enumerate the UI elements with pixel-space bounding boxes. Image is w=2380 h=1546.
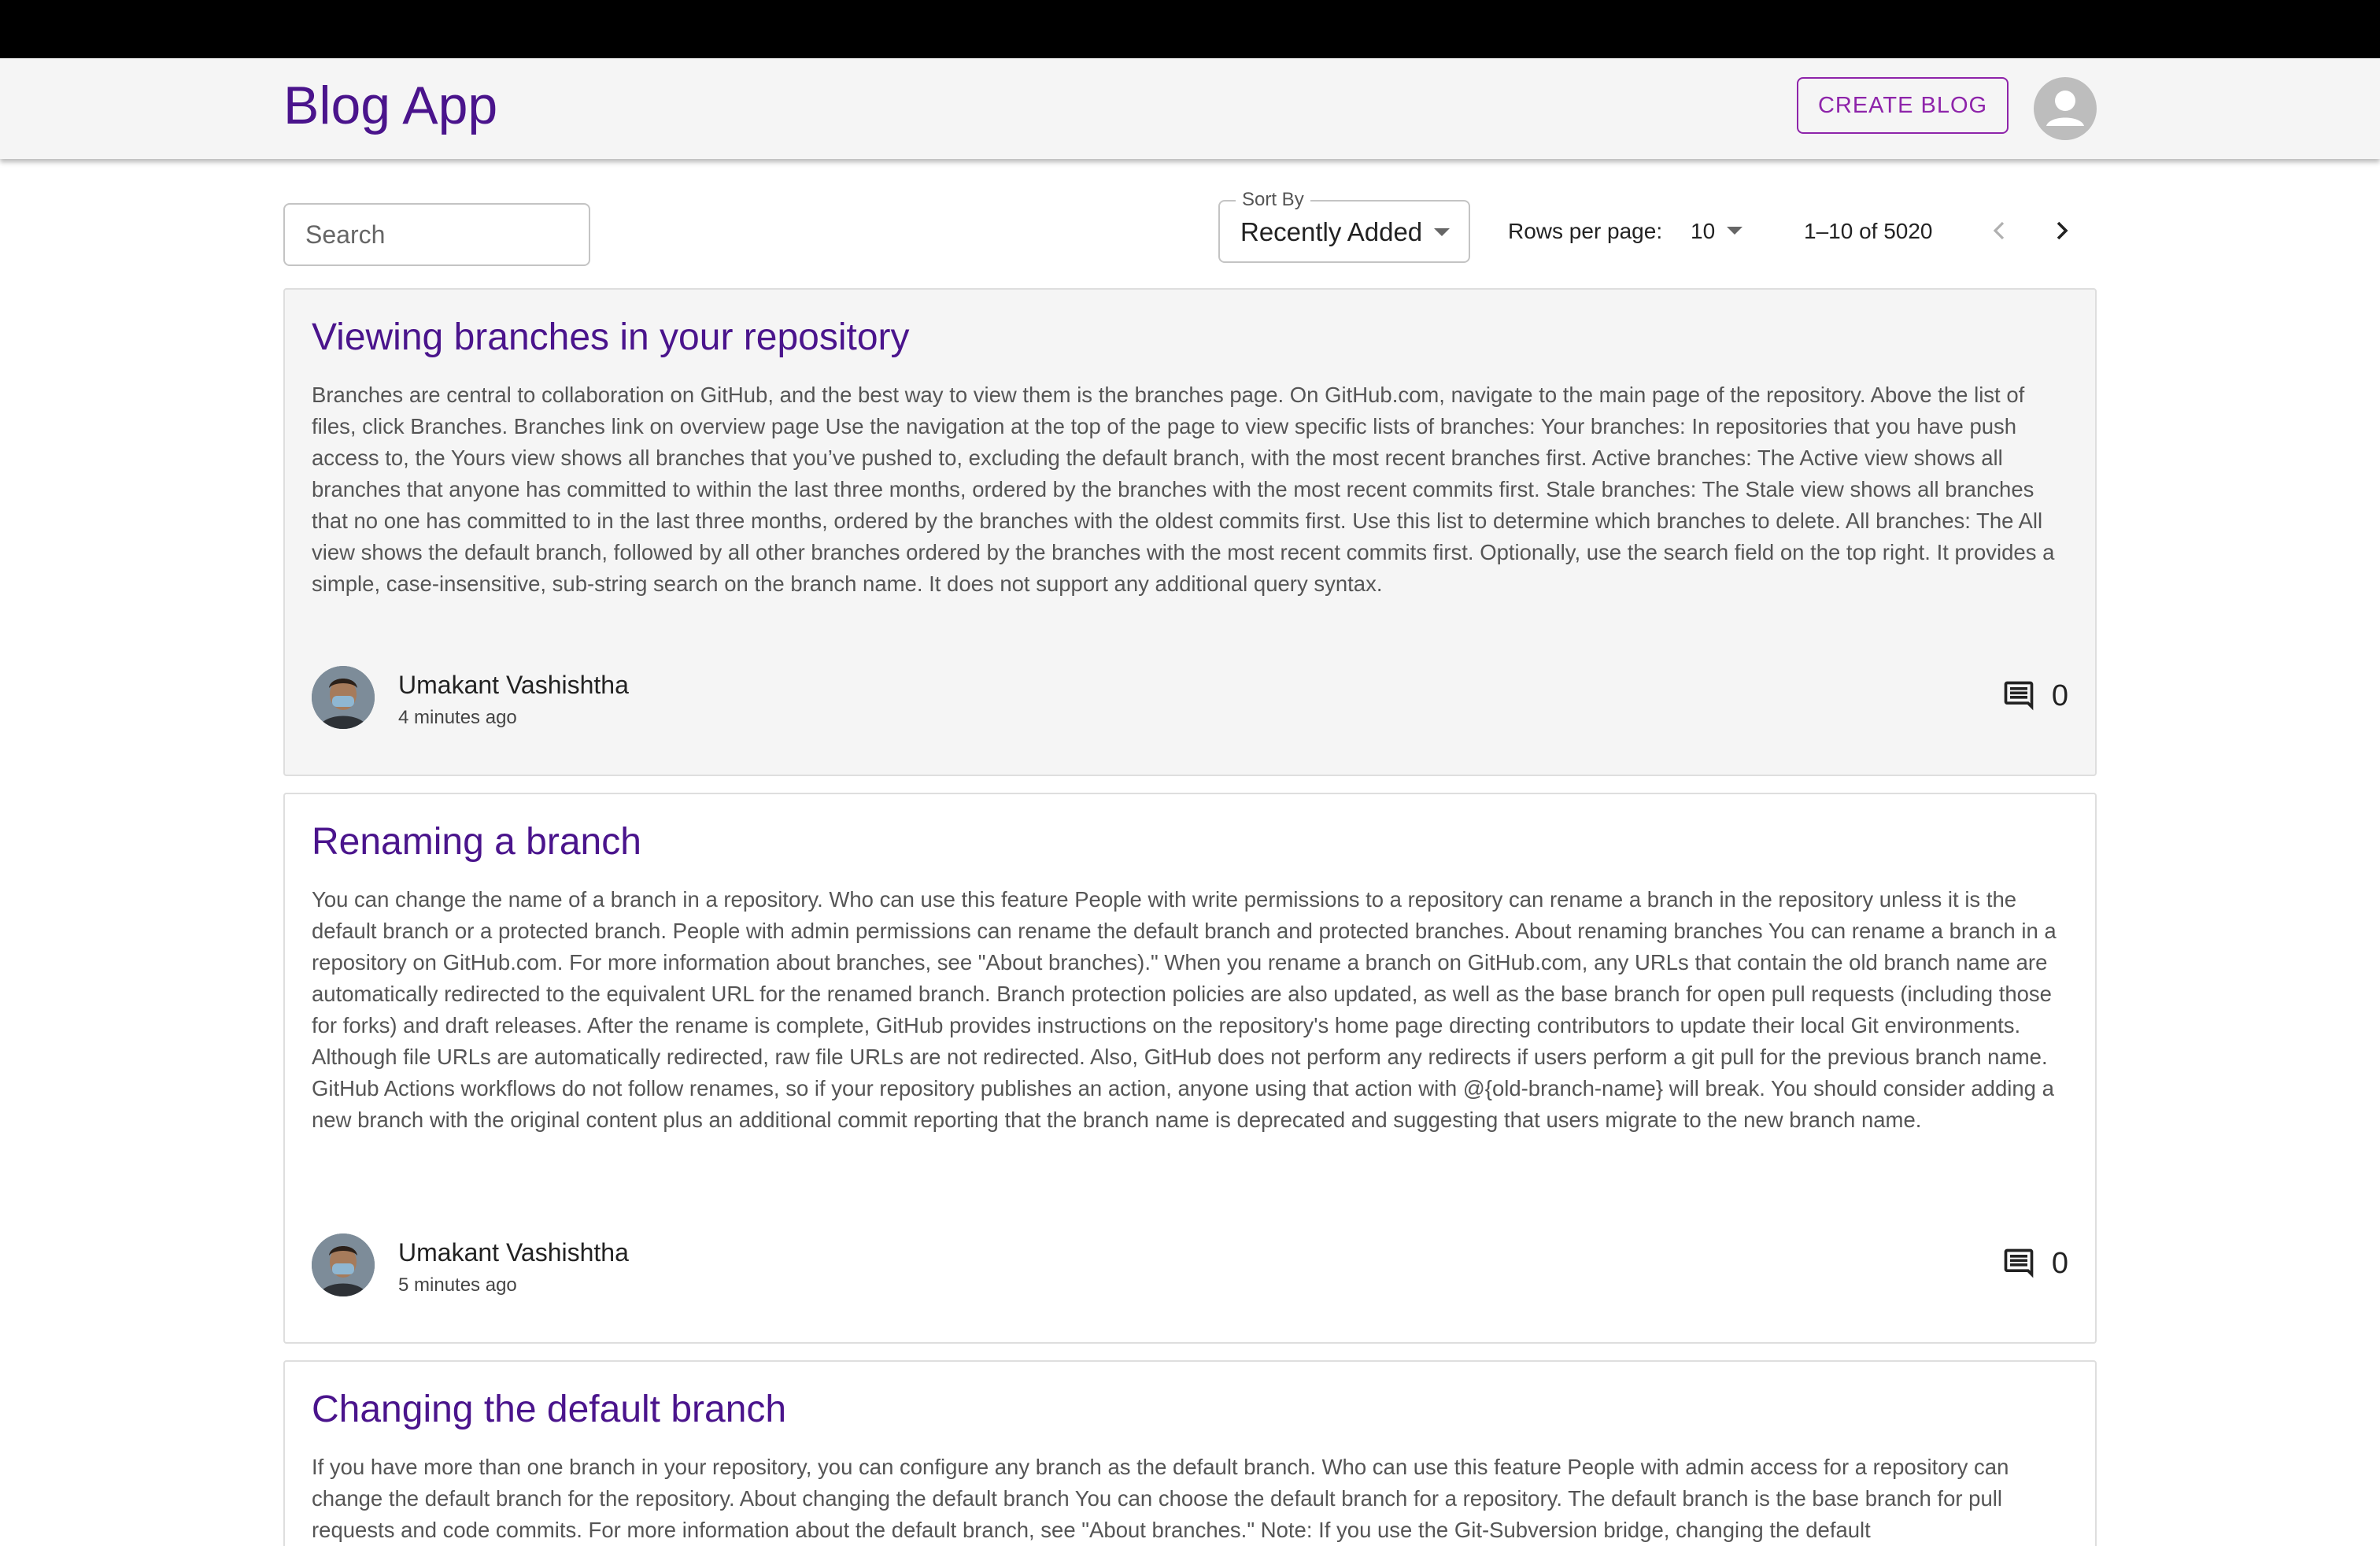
post-timestamp: 4 minutes ago [398, 707, 517, 728]
author-avatar [312, 666, 375, 729]
search-field[interactable] [283, 203, 590, 266]
sort-by-label: Sort By [1236, 189, 1310, 211]
author-photo [312, 1233, 375, 1296]
app-title[interactable]: Blog App [283, 74, 497, 139]
dropdown-arrow-icon [1727, 227, 1743, 235]
author-name: Umakant Vashishtha [398, 1238, 629, 1267]
author-avatar [312, 1233, 375, 1296]
rows-per-page-label: Rows per page: [1508, 219, 1663, 243]
comment-icon [2004, 1248, 2034, 1278]
comments-button[interactable]: 0 [2001, 679, 2068, 713]
app-header: Blog App CREATE BLOG [0, 58, 2380, 159]
post-excerpt: Branches are central to collaboration on… [312, 383, 2055, 596]
blog-post-card[interactable]: Changing the default branch If you have … [283, 1360, 2097, 1546]
rows-per-page-select[interactable]: 10 [1691, 214, 1754, 247]
post-title[interactable]: Renaming a branch [312, 819, 641, 865]
sort-by-select[interactable]: Sort By Recently Added [1218, 189, 1470, 263]
post-title[interactable]: Viewing branches in your repository [312, 315, 910, 361]
post-excerpt: You can change the name of a branch in a… [312, 887, 2057, 1132]
comments-button[interactable]: 0 [2001, 1246, 2068, 1281]
account-circle-icon [2046, 91, 2084, 126]
account-avatar-button[interactable] [2034, 77, 2097, 140]
comment-count: 0 [2051, 679, 2068, 712]
comment-count: 0 [2051, 1246, 2068, 1280]
previous-page-button[interactable] [1983, 214, 2015, 247]
sort-by-value: Recently Added [1240, 217, 1423, 246]
search-input[interactable] [285, 205, 589, 264]
chevron-right-icon [2057, 221, 2068, 240]
blog-post-card[interactable]: Renaming a branch You can change the nam… [283, 793, 2097, 1344]
post-title[interactable]: Changing the default branch [312, 1387, 786, 1433]
chevron-left-icon [1993, 221, 2005, 240]
next-page-button[interactable] [2046, 214, 2078, 247]
create-blog-button[interactable]: CREATE BLOG [1797, 77, 2009, 134]
rows-per-page-value: 10 [1691, 219, 1716, 243]
dropdown-arrow-icon [1434, 228, 1450, 236]
pagination-range: 1–10 of 5020 [1804, 219, 1933, 243]
author-name: Umakant Vashishtha [398, 671, 629, 699]
post-timestamp: 5 minutes ago [398, 1274, 517, 1296]
comment-icon [2004, 681, 2034, 711]
blog-post-card[interactable]: Viewing branches in your repository Bran… [283, 288, 2097, 776]
top-black-bar [0, 0, 2380, 58]
author-photo [312, 666, 375, 729]
post-excerpt: If you have more than one branch in your… [312, 1455, 2009, 1542]
